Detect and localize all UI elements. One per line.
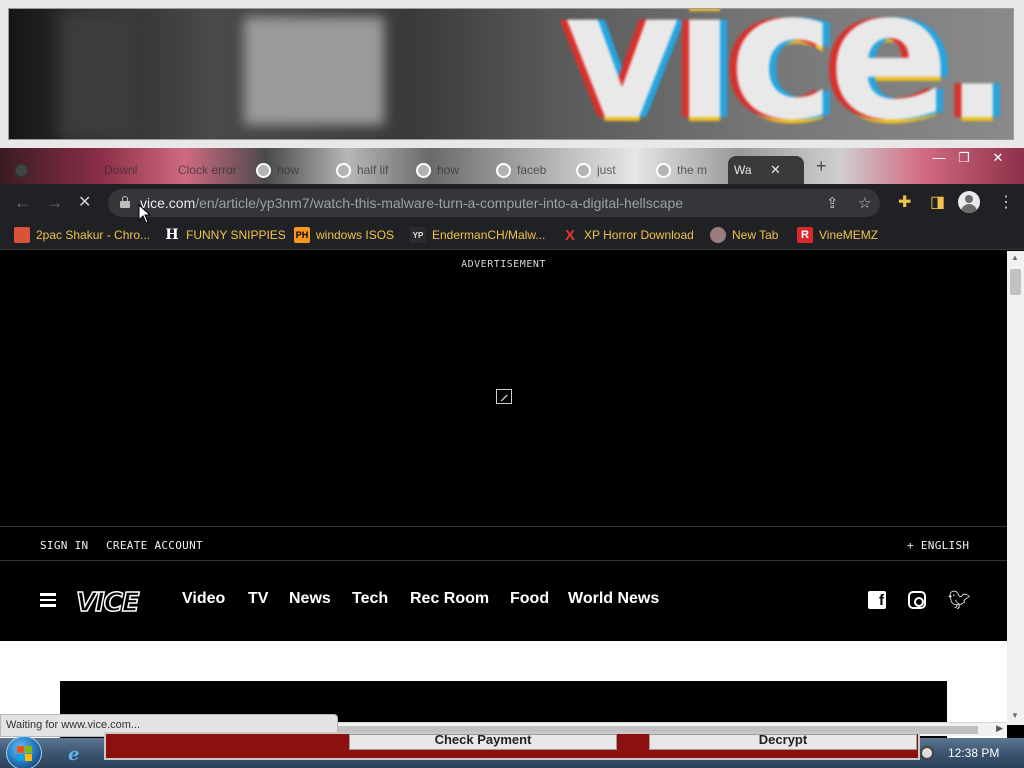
bookmark-item[interactable]: PH windows ISOS [294, 226, 394, 244]
tab[interactable]: Downl [98, 156, 142, 184]
sign-in-link[interactable]: SIGN IN [40, 539, 88, 552]
minimize-button[interactable]: — [928, 151, 950, 167]
site-navigation: VICE Video TV News Tech Rec Room Food Wo… [0, 561, 1007, 641]
decrypt-button[interactable]: Decrypt [649, 734, 917, 750]
google-icon [496, 162, 511, 178]
glitched-content: vice. [8, 8, 1014, 140]
glitched-window: vice. [0, 0, 1024, 148]
lock-icon[interactable] [120, 196, 130, 208]
ph-favicon-icon: PH [294, 227, 310, 243]
nav-link-tech[interactable]: Tech [352, 590, 388, 608]
check-payment-button[interactable]: Check Payment [349, 734, 617, 750]
x-favicon-icon: X [564, 226, 575, 244]
back-arrow-icon[interactable]: ← [14, 193, 31, 213]
vice-logo[interactable]: VICE [75, 587, 140, 619]
browser-window: Downl Clock error how half lif how faceb… [0, 148, 1024, 740]
vertical-scrollbar[interactable]: ▲ ▼ [1007, 251, 1024, 725]
tab[interactable]: the m [650, 156, 715, 184]
tab[interactable]: half lif [330, 156, 395, 184]
ransom-window: Check Payment Decrypt [104, 732, 920, 760]
account-bar: SIGN IN CREATE ACCOUNT + ENGLISH [0, 526, 1007, 561]
twitter-icon[interactable]: 🐦︎ [948, 591, 971, 609]
google-icon [256, 162, 271, 178]
bookmark-item[interactable]: New Tab [710, 226, 778, 244]
bookmark-item[interactable]: H FUNNY SNIPPIES [164, 226, 285, 244]
tab[interactable]: Clock error [172, 156, 238, 184]
tab[interactable]: how [250, 156, 315, 184]
system-tray: 12:38 PM [915, 738, 1024, 768]
bookmarks-bar: 2pac Shakur - Chro... H FUNNY SNIPPIES PH… [0, 220, 1024, 250]
new-tab-button[interactable]: + [816, 156, 827, 177]
maximize-button[interactable]: ❐ [953, 151, 975, 167]
side-panel-icon[interactable]: ◨ [930, 192, 945, 212]
bookmark-item[interactable]: X XP Horror Download [562, 226, 694, 244]
tab[interactable]: faceb [490, 156, 555, 184]
bookmark-star-icon[interactable]: ☆ [858, 194, 871, 212]
page-content: ADVERTISEMENT SIGN IN CREATE ACCOUNT + E… [0, 251, 1007, 740]
broken-image-icon [496, 389, 512, 404]
tab[interactable] [8, 156, 73, 184]
ad-label: ADVERTISEMENT [461, 259, 546, 270]
nav-link-video[interactable]: Video [182, 590, 225, 608]
bookmark-favicon-icon [14, 227, 30, 243]
tab-favicon-icon [14, 162, 29, 178]
desktop: vice. Downl Clock error how half lif how… [0, 0, 1024, 768]
google-icon [416, 162, 431, 178]
scroll-up-icon[interactable]: ▲ [1011, 253, 1019, 262]
clock[interactable]: 12:38 PM [948, 746, 999, 760]
globe-favicon-icon [710, 227, 726, 243]
start-button[interactable] [6, 736, 42, 768]
forward-arrow-icon[interactable]: → [46, 193, 63, 213]
create-account-link[interactable]: CREATE ACCOUNT [106, 539, 203, 552]
mouse-cursor-icon [138, 204, 152, 224]
tab[interactable]: how [410, 156, 475, 184]
instagram-icon[interactable] [908, 591, 926, 609]
r-favicon-icon: R [797, 227, 813, 243]
close-window-button[interactable]: ✕ [987, 151, 1009, 167]
tab[interactable]: just [570, 156, 635, 184]
scrollbar-thumb[interactable] [1010, 269, 1021, 295]
bookmark-item[interactable]: R VineMEMZ [797, 226, 878, 244]
url-text[interactable]: vice.com/en/article/yp3nm7/watch-this-ma… [140, 195, 683, 211]
facebook-icon[interactable]: f [868, 591, 886, 609]
stop-loading-icon[interactable]: ✕ [78, 192, 91, 212]
google-icon [656, 162, 671, 178]
scroll-down-icon[interactable]: ▼ [1011, 711, 1019, 720]
glitched-vice-logo: vice. [564, 8, 1011, 140]
windows-logo-icon [17, 746, 33, 762]
nav-link-food[interactable]: Food [510, 590, 549, 608]
share-icon[interactable]: ⇪ [826, 194, 839, 212]
profile-avatar-icon[interactable] [958, 191, 980, 213]
bookmark-item[interactable]: YP EndermanCH/Malw... [410, 226, 545, 244]
close-tab-icon[interactable]: ✕ [770, 162, 781, 178]
hamburger-menu-icon[interactable] [40, 593, 56, 607]
nav-link-world-news[interactable]: World News [568, 590, 659, 608]
tray-icon[interactable] [920, 746, 934, 760]
toolbar: ← → ✕ vice.com/en/article/yp3nm7/watch-t… [0, 184, 1024, 220]
yp-favicon-icon: YP [410, 227, 426, 243]
tab-active[interactable]: Wa ✕ [728, 156, 804, 184]
language-selector[interactable]: + ENGLISH [907, 539, 969, 552]
menu-dots-icon[interactable]: ⋮ [998, 192, 1014, 212]
address-bar[interactable]: vice.com/en/article/yp3nm7/watch-this-ma… [108, 189, 880, 217]
tab-strip: Downl Clock error how half lif how faceb… [0, 148, 1024, 184]
google-icon [336, 162, 351, 178]
google-icon [576, 162, 591, 178]
nav-link-tv[interactable]: TV [248, 590, 268, 608]
scroll-right-icon[interactable]: ▶ [996, 723, 1003, 734]
internet-explorer-icon[interactable]: e [68, 744, 79, 765]
nav-link-news[interactable]: News [289, 590, 331, 608]
h-favicon-icon: H [165, 227, 179, 243]
nav-link-rec-room[interactable]: Rec Room [410, 590, 489, 608]
bookmark-item[interactable]: 2pac Shakur - Chro... [14, 226, 150, 244]
extensions-puzzle-icon[interactable]: ✚ [898, 192, 911, 212]
